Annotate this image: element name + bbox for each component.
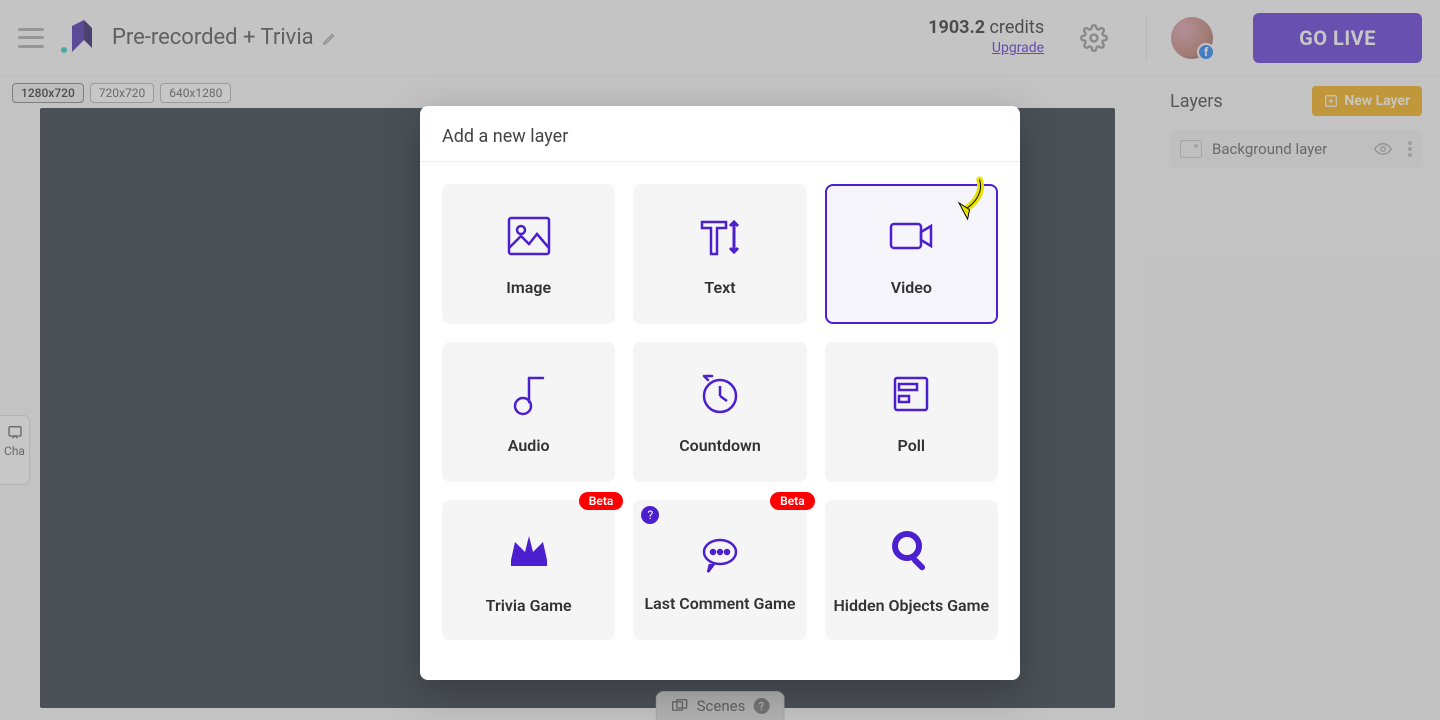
- image-icon: [505, 212, 553, 260]
- layer-tile-audio[interactable]: Audio: [442, 342, 615, 482]
- crown-icon: [505, 526, 553, 574]
- countdown-icon: [696, 370, 744, 418]
- tile-label: Audio: [508, 436, 550, 455]
- poll-icon: [887, 370, 935, 418]
- layer-tile-image[interactable]: Image: [442, 184, 615, 324]
- layer-tile-text[interactable]: Text: [633, 184, 806, 324]
- search-icon: [887, 526, 935, 574]
- tile-label: Countdown: [679, 436, 761, 455]
- audio-icon: [505, 370, 553, 418]
- layer-tile-video[interactable]: Video: [825, 184, 998, 324]
- help-icon[interactable]: ?: [641, 506, 659, 524]
- beta-badge: Beta: [770, 492, 815, 510]
- tile-label: Text: [704, 278, 735, 297]
- layer-tile-poll[interactable]: Poll: [825, 342, 998, 482]
- chat-bubble-icon: [696, 528, 744, 576]
- video-icon: [887, 212, 935, 260]
- tile-label: Video: [891, 278, 932, 297]
- modal-overlay[interactable]: Add a new layer Image Text Video: [0, 0, 1440, 720]
- tile-label: Trivia Game: [486, 596, 572, 615]
- modal-title: Add a new layer: [420, 106, 1020, 162]
- layer-tile-hidden-objects[interactable]: Hidden Objects Game: [825, 500, 998, 640]
- tile-label: Hidden Objects Game: [833, 596, 989, 615]
- tile-label: Last Comment Game: [644, 594, 795, 613]
- layer-tile-last-comment[interactable]: Beta ? Last Comment Game: [633, 500, 806, 640]
- beta-badge: Beta: [579, 492, 624, 510]
- text-icon: [696, 212, 744, 260]
- layer-tile-trivia[interactable]: Beta Trivia Game: [442, 500, 615, 640]
- tile-label: Image: [506, 278, 551, 297]
- layer-tile-countdown[interactable]: Countdown: [633, 342, 806, 482]
- tile-label: Poll: [898, 436, 926, 455]
- add-layer-modal: Add a new layer Image Text Video: [420, 106, 1020, 680]
- annotation-arrow-icon: [946, 176, 994, 224]
